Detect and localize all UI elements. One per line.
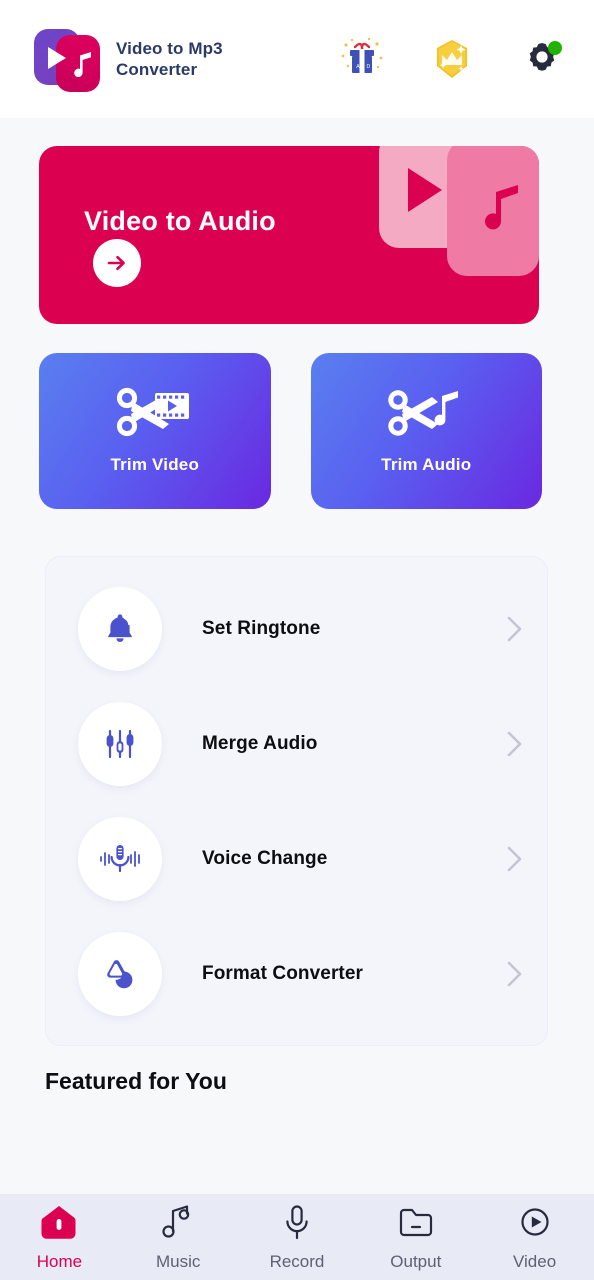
tool-row-merge-audio[interactable]: Merge Audio bbox=[46, 686, 547, 801]
nav-item-video[interactable]: Video bbox=[475, 1203, 594, 1272]
featured-section-title: Featured for You bbox=[45, 1068, 227, 1094]
tool-row-set-ringtone[interactable]: Set Ringtone bbox=[46, 571, 547, 686]
chevron-right-icon bbox=[507, 731, 522, 756]
app-title: Video to Mp3 Converter bbox=[116, 38, 223, 81]
microphone-icon bbox=[286, 1204, 308, 1239]
voice-change-label: Voice Change bbox=[202, 847, 328, 869]
scissors-film-icon bbox=[116, 387, 189, 437]
brand: Video to Mp3 Converter bbox=[34, 26, 223, 92]
premium-crown-icon bbox=[437, 40, 467, 78]
sliders-icon bbox=[106, 729, 134, 758]
voice-change-icon-wrap bbox=[78, 816, 162, 901]
settings-status-badge bbox=[548, 41, 562, 55]
set-ringtone-label: Set Ringtone bbox=[202, 617, 321, 639]
chevron-right-icon bbox=[507, 846, 522, 871]
banner-cta-button[interactable] bbox=[93, 239, 141, 287]
app-title-line2: Converter bbox=[116, 60, 198, 79]
trim-video-card[interactable]: Trim Video bbox=[39, 353, 271, 509]
set-ringtone-icon-wrap bbox=[78, 586, 162, 671]
video-to-audio-banner[interactable]: Video to Audio bbox=[39, 146, 539, 324]
format-converter-label: Format Converter bbox=[202, 962, 364, 984]
tool-row-voice-change[interactable]: Voice Change bbox=[46, 801, 547, 916]
banner-title: Video to Audio bbox=[84, 206, 276, 236]
logo-music-note-icon bbox=[74, 52, 91, 77]
app-title-line1: Video to Mp3 bbox=[116, 38, 223, 58]
format-convert-icon bbox=[107, 959, 133, 988]
arrow-right-icon bbox=[107, 255, 125, 271]
scissors-music-icon bbox=[388, 390, 459, 436]
nav-item-music[interactable]: Music bbox=[119, 1203, 238, 1272]
gift-ad-button[interactable]: A D bbox=[338, 35, 386, 83]
nav-item-home[interactable]: Home bbox=[0, 1203, 119, 1272]
trim-audio-card[interactable]: Trim Audio bbox=[310, 353, 542, 509]
nav-item-record[interactable]: Record bbox=[238, 1203, 357, 1272]
tools-card: Set Ringtone Merge Audio Voice Change Fo… bbox=[45, 556, 548, 1046]
music-note-icon bbox=[162, 1204, 190, 1238]
gift-ad-icon: A D bbox=[341, 37, 383, 73]
microphone-waves-icon bbox=[100, 844, 140, 872]
app-header: Video to Mp3 Converter A D bbox=[0, 0, 594, 118]
nav-label-home: Home bbox=[36, 1251, 83, 1271]
chevron-right-icon bbox=[507, 616, 522, 641]
nav-label-video: Video bbox=[512, 1251, 557, 1271]
svg-text:D: D bbox=[367, 64, 371, 70]
banner-decoration bbox=[379, 146, 539, 324]
premium-button[interactable] bbox=[428, 35, 476, 83]
folder-icon bbox=[399, 1208, 432, 1236]
app-logo-icon bbox=[34, 26, 100, 92]
quick-actions-row: Trim Video Trim Audio bbox=[39, 353, 542, 509]
bottom-navigation: Home Music Record Output Video bbox=[0, 1194, 594, 1280]
play-circle-icon bbox=[520, 1207, 549, 1236]
nav-label-music: Music bbox=[155, 1251, 201, 1271]
banner-music-note-icon bbox=[485, 185, 518, 230]
merge-audio-icon-wrap bbox=[78, 701, 162, 786]
format-converter-icon-wrap bbox=[78, 931, 162, 1016]
chevron-right-icon bbox=[507, 961, 522, 986]
tool-row-format-converter[interactable]: Format Converter bbox=[46, 916, 547, 1031]
trim-video-label: Trim Video bbox=[110, 455, 200, 474]
main-content: Video to Audio Trim Video Trim Audio Set… bbox=[0, 118, 594, 1194]
merge-audio-label: Merge Audio bbox=[202, 732, 318, 754]
nav-label-record: Record bbox=[269, 1251, 325, 1271]
trim-audio-label: Trim Audio bbox=[381, 455, 472, 474]
bell-icon bbox=[107, 613, 133, 642]
app-screen: Video to Mp3 Converter A D Video to Audi… bbox=[0, 0, 594, 1280]
settings-button[interactable] bbox=[518, 35, 566, 83]
header-actions: A D bbox=[338, 35, 566, 83]
home-icon bbox=[41, 1205, 76, 1239]
nav-item-output[interactable]: Output bbox=[356, 1203, 475, 1272]
nav-label-output: Output bbox=[390, 1251, 442, 1271]
